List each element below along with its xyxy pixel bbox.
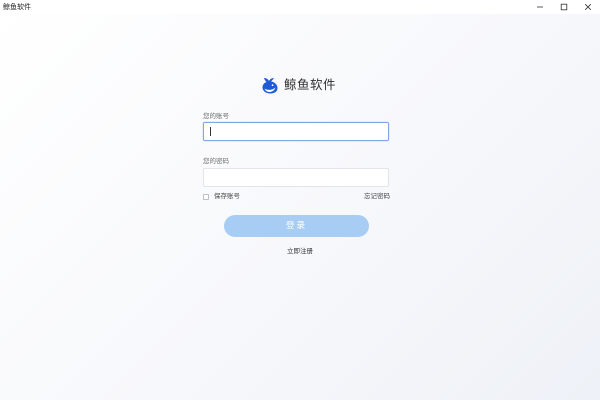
password-input[interactable] — [203, 168, 389, 187]
window-title: 鲸鱼软件 — [3, 3, 31, 11]
login-button-label: 登录 — [285, 221, 307, 231]
register-area: 立即注册 — [0, 246, 600, 256]
whale-logo-icon — [262, 78, 278, 94]
account-label: 您的账号 — [203, 112, 229, 120]
brand-name: 鲸鱼软件 — [284, 77, 337, 92]
title-bar[interactable]: 鲸鱼软件 — [0, 0, 600, 14]
account-input[interactable] — [203, 122, 389, 141]
password-label: 您的密码 — [203, 157, 229, 165]
maximize-button[interactable] — [552, 0, 576, 14]
minimize-icon — [537, 6, 543, 8]
maximize-icon — [560, 3, 568, 11]
login-window: 鲸鱼软件 鲸鱼软件 您的账号 您的密码 保存账号 忘记密码 登录 立即注册 — [0, 0, 600, 400]
minimize-button[interactable] — [528, 0, 552, 14]
window-controls — [528, 0, 600, 14]
forgot-password-link[interactable]: 忘记密码 — [364, 192, 390, 201]
remember-account-label: 保存账号 — [214, 192, 240, 200]
close-button[interactable] — [576, 0, 600, 14]
brand: 鲸鱼软件 — [260, 75, 336, 95]
close-icon — [584, 3, 592, 11]
login-button[interactable]: 登录 — [224, 215, 369, 237]
checkbox-icon[interactable] — [203, 193, 209, 200]
register-link[interactable]: 立即注册 — [287, 247, 313, 255]
text-caret — [210, 127, 211, 136]
remember-account-checkbox[interactable]: 保存账号 — [203, 192, 240, 201]
